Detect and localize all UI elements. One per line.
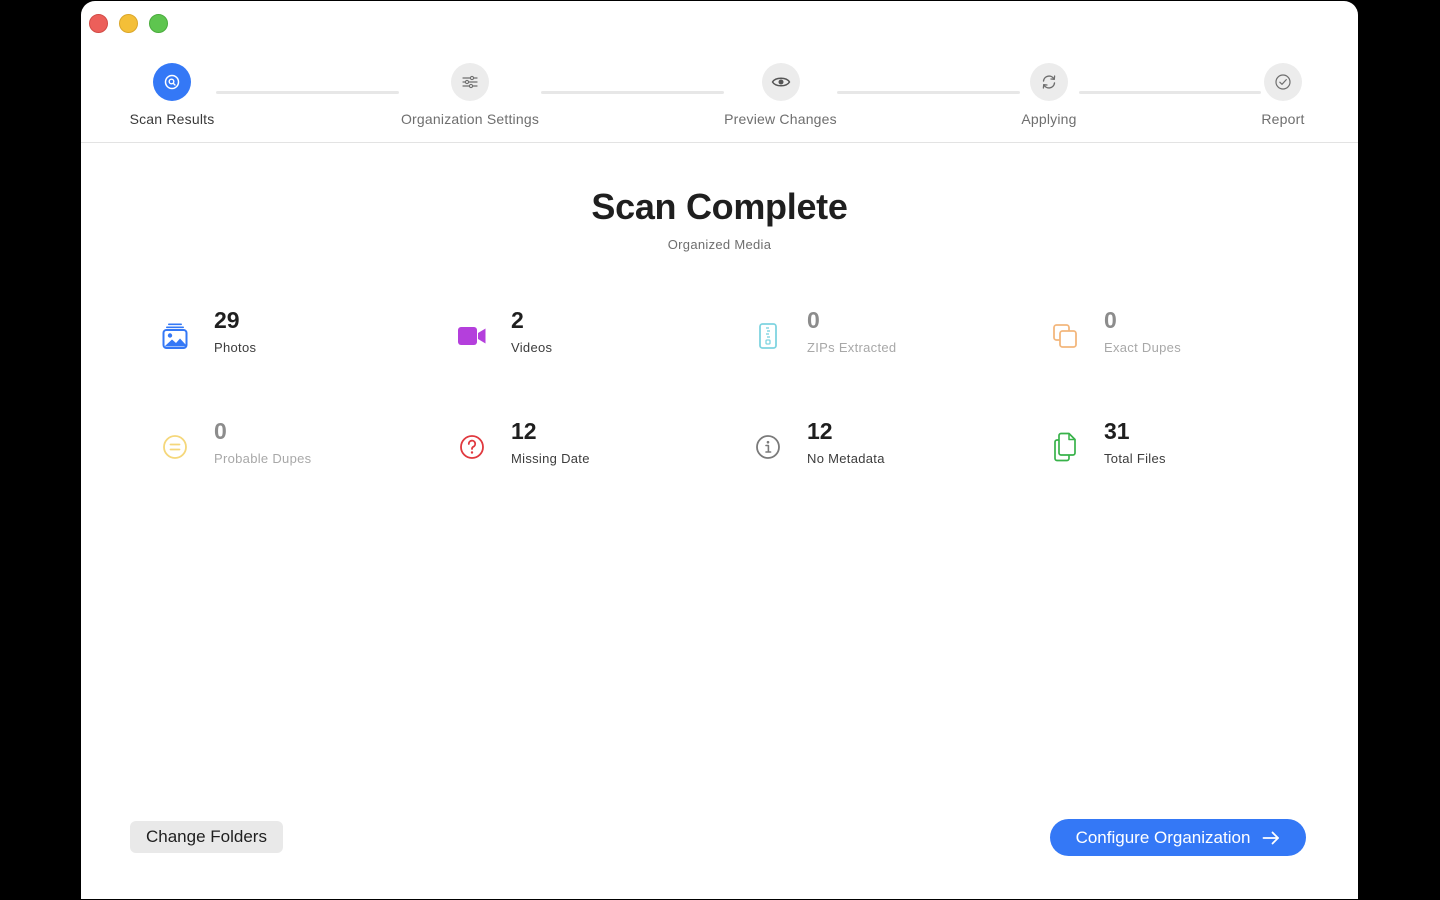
step-circle [451,63,489,101]
step-report[interactable]: Report [1259,63,1307,127]
app-window: Scan Results Organization Settings Previ… [81,1,1358,899]
checkmark-circle-icon [1275,74,1291,90]
stat-value: 31 [1104,418,1130,444]
configure-organization-button[interactable]: Configure Organization [1050,819,1306,856]
stat-total-files: 31 Total Files [1048,418,1166,466]
step-connector [1079,91,1261,94]
step-label: Organization Settings [400,111,540,127]
stat-value: 12 [807,418,833,444]
stat-videos: 2 Videos [455,307,552,355]
step-label: Scan Results [129,111,215,127]
step-circle [761,63,800,101]
step-label: Report [1261,111,1305,127]
header-divider [81,142,1358,143]
question-circle-icon [455,430,489,464]
stat-label: Total Files [1104,451,1166,466]
stat-probable-dupes: 0 Probable Dupes [158,418,311,466]
close-window-button[interactable] [89,14,108,33]
magnifier-icon [164,74,180,90]
stat-label: Exact Dupes [1104,340,1182,355]
step-label: Preview Changes [724,111,837,127]
window-controls [89,14,168,33]
change-folders-label: Change Folders [146,827,267,846]
step-preview-changes[interactable]: Preview Changes [723,63,838,127]
info-circle-icon [751,430,785,464]
documents-icon [1048,430,1082,464]
stat-value: 0 [1104,307,1117,333]
video-camera-icon [455,319,489,353]
stat-label: Videos [511,340,553,355]
step-circle [153,63,191,101]
stat-label: No Metadata [807,451,885,466]
step-circle [1264,63,1302,101]
sync-icon [1042,75,1056,89]
stat-photos: 29 Photos [158,307,256,355]
step-connector [541,91,724,94]
step-applying[interactable]: Applying [1019,63,1079,127]
stat-label: Photos [214,340,257,355]
stat-value: 2 [511,307,524,333]
stat-value: 29 [214,307,240,333]
stat-missing-date: 12 Missing Date [455,418,590,466]
stat-label: ZIPs Extracted [807,340,897,355]
step-label: Applying [1021,111,1077,127]
arrow-right-icon [1263,831,1280,844]
eye-icon [771,77,790,87]
page-title: Scan Complete [591,186,848,227]
stat-value: 0 [807,307,820,333]
stat-exact-dupes: 0 Exact Dupes [1048,307,1181,355]
stat-value: 0 [214,418,227,444]
stat-no-metadata: 12 No Metadata [751,418,885,466]
step-circle [1030,63,1068,101]
step-scan-results[interactable]: Scan Results [130,63,214,127]
zoom-window-button[interactable] [149,14,168,33]
step-connector [837,91,1020,94]
change-folders-button[interactable]: Change Folders [130,821,283,853]
page-subtitle: Organized Media [667,237,772,252]
stat-label: Missing Date [511,451,590,466]
minimize-window-button[interactable] [119,14,138,33]
stat-label: Probable Dupes [214,451,312,466]
configure-organization-label: Configure Organization [1075,827,1251,847]
sliders-icon [462,75,478,89]
photos-icon [158,319,192,353]
zip-icon [751,319,785,353]
stat-zips-extracted: 0 ZIPs Extracted [751,307,896,355]
step-connector [216,91,399,94]
equal-circle-icon [158,430,192,464]
stat-value: 12 [511,418,537,444]
duplicate-icon [1048,319,1082,353]
step-organization-settings[interactable]: Organization Settings [398,63,542,127]
